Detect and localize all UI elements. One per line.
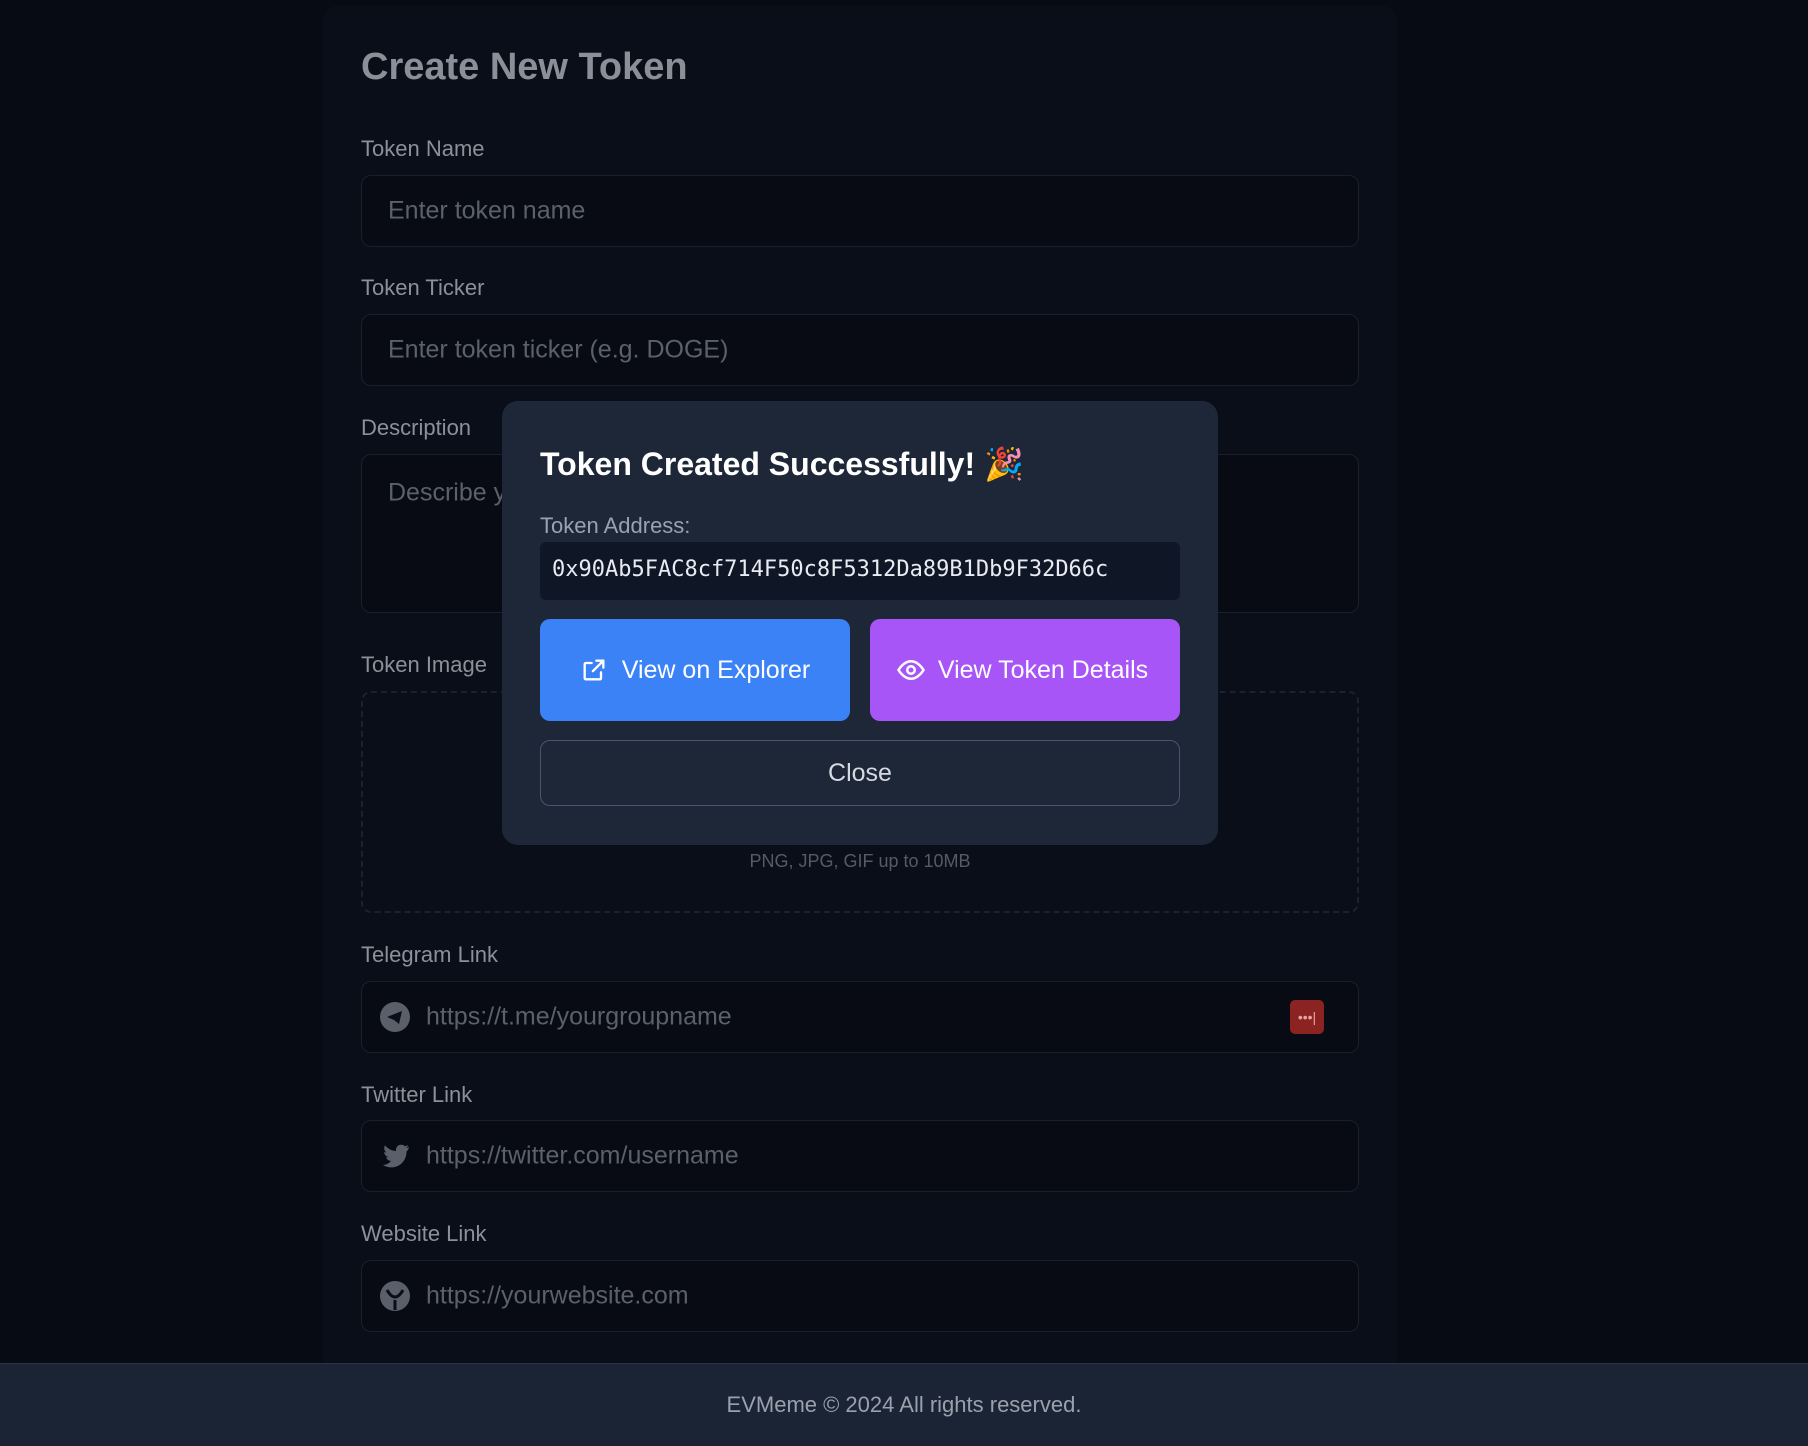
telegram-placeholder: https://t.me/yourgroupname [426, 1002, 732, 1031]
success-modal: Token Created Successfully! 🎉 Token Addr… [502, 401, 1218, 845]
telegram-input[interactable]: https://t.me/yourgroupname •••| [361, 981, 1359, 1053]
token-name-input[interactable]: Enter token name [361, 175, 1359, 247]
globe-icon [380, 1281, 410, 1311]
image-hint: PNG, JPG, GIF up to 10MB [749, 851, 971, 871]
view-token-details-button[interactable]: View Token Details [870, 619, 1180, 721]
token-name-placeholder: Enter token name [388, 196, 586, 225]
token-image-label: Token Image [361, 652, 487, 677]
website-placeholder: https://yourwebsite.com [426, 1281, 689, 1310]
page-title: Create New Token [361, 46, 688, 88]
token-ticker-input[interactable]: Enter token ticker (e.g. DOGE) [361, 314, 1359, 386]
footer: EVMeme © 2024 All rights reserved. [0, 1363, 1808, 1446]
external-link-icon [583, 659, 605, 681]
password-manager-icon[interactable]: •••| [1290, 1000, 1324, 1034]
token-ticker-label: Token Ticker [361, 275, 485, 300]
token-name-label: Token Name [361, 136, 485, 161]
twitter-icon [383, 1144, 409, 1168]
token-ticker-placeholder: Enter token ticker (e.g. DOGE) [388, 335, 729, 364]
twitter-input[interactable]: https://twitter.com/username [361, 1120, 1359, 1192]
eye-icon [897, 659, 925, 681]
twitter-placeholder: https://twitter.com/username [426, 1141, 739, 1170]
token-address-value[interactable]: 0x90Ab5FAC8cf714F50c8F5312Da89B1Db9F32D6… [540, 542, 1180, 600]
telegram-icon [380, 1002, 410, 1032]
view-token-details-label: View Token Details [937, 656, 1149, 684]
description-label: Description [361, 415, 472, 440]
close-button[interactable]: Close [540, 740, 1180, 806]
view-on-explorer-label: View on Explorer [621, 655, 811, 684]
token-address-label: Token Address: [540, 513, 691, 538]
website-label: Website Link [361, 1221, 487, 1246]
twitter-label: Twitter Link [361, 1082, 473, 1107]
view-on-explorer-button[interactable]: View on Explorer [540, 619, 850, 721]
footer-text: EVMeme © 2024 All rights reserved. [726, 1392, 1082, 1417]
website-input[interactable]: https://yourwebsite.com [361, 1260, 1359, 1332]
telegram-label: Telegram Link [361, 942, 498, 967]
modal-title: Token Created Successfully! 🎉 [540, 446, 1024, 482]
